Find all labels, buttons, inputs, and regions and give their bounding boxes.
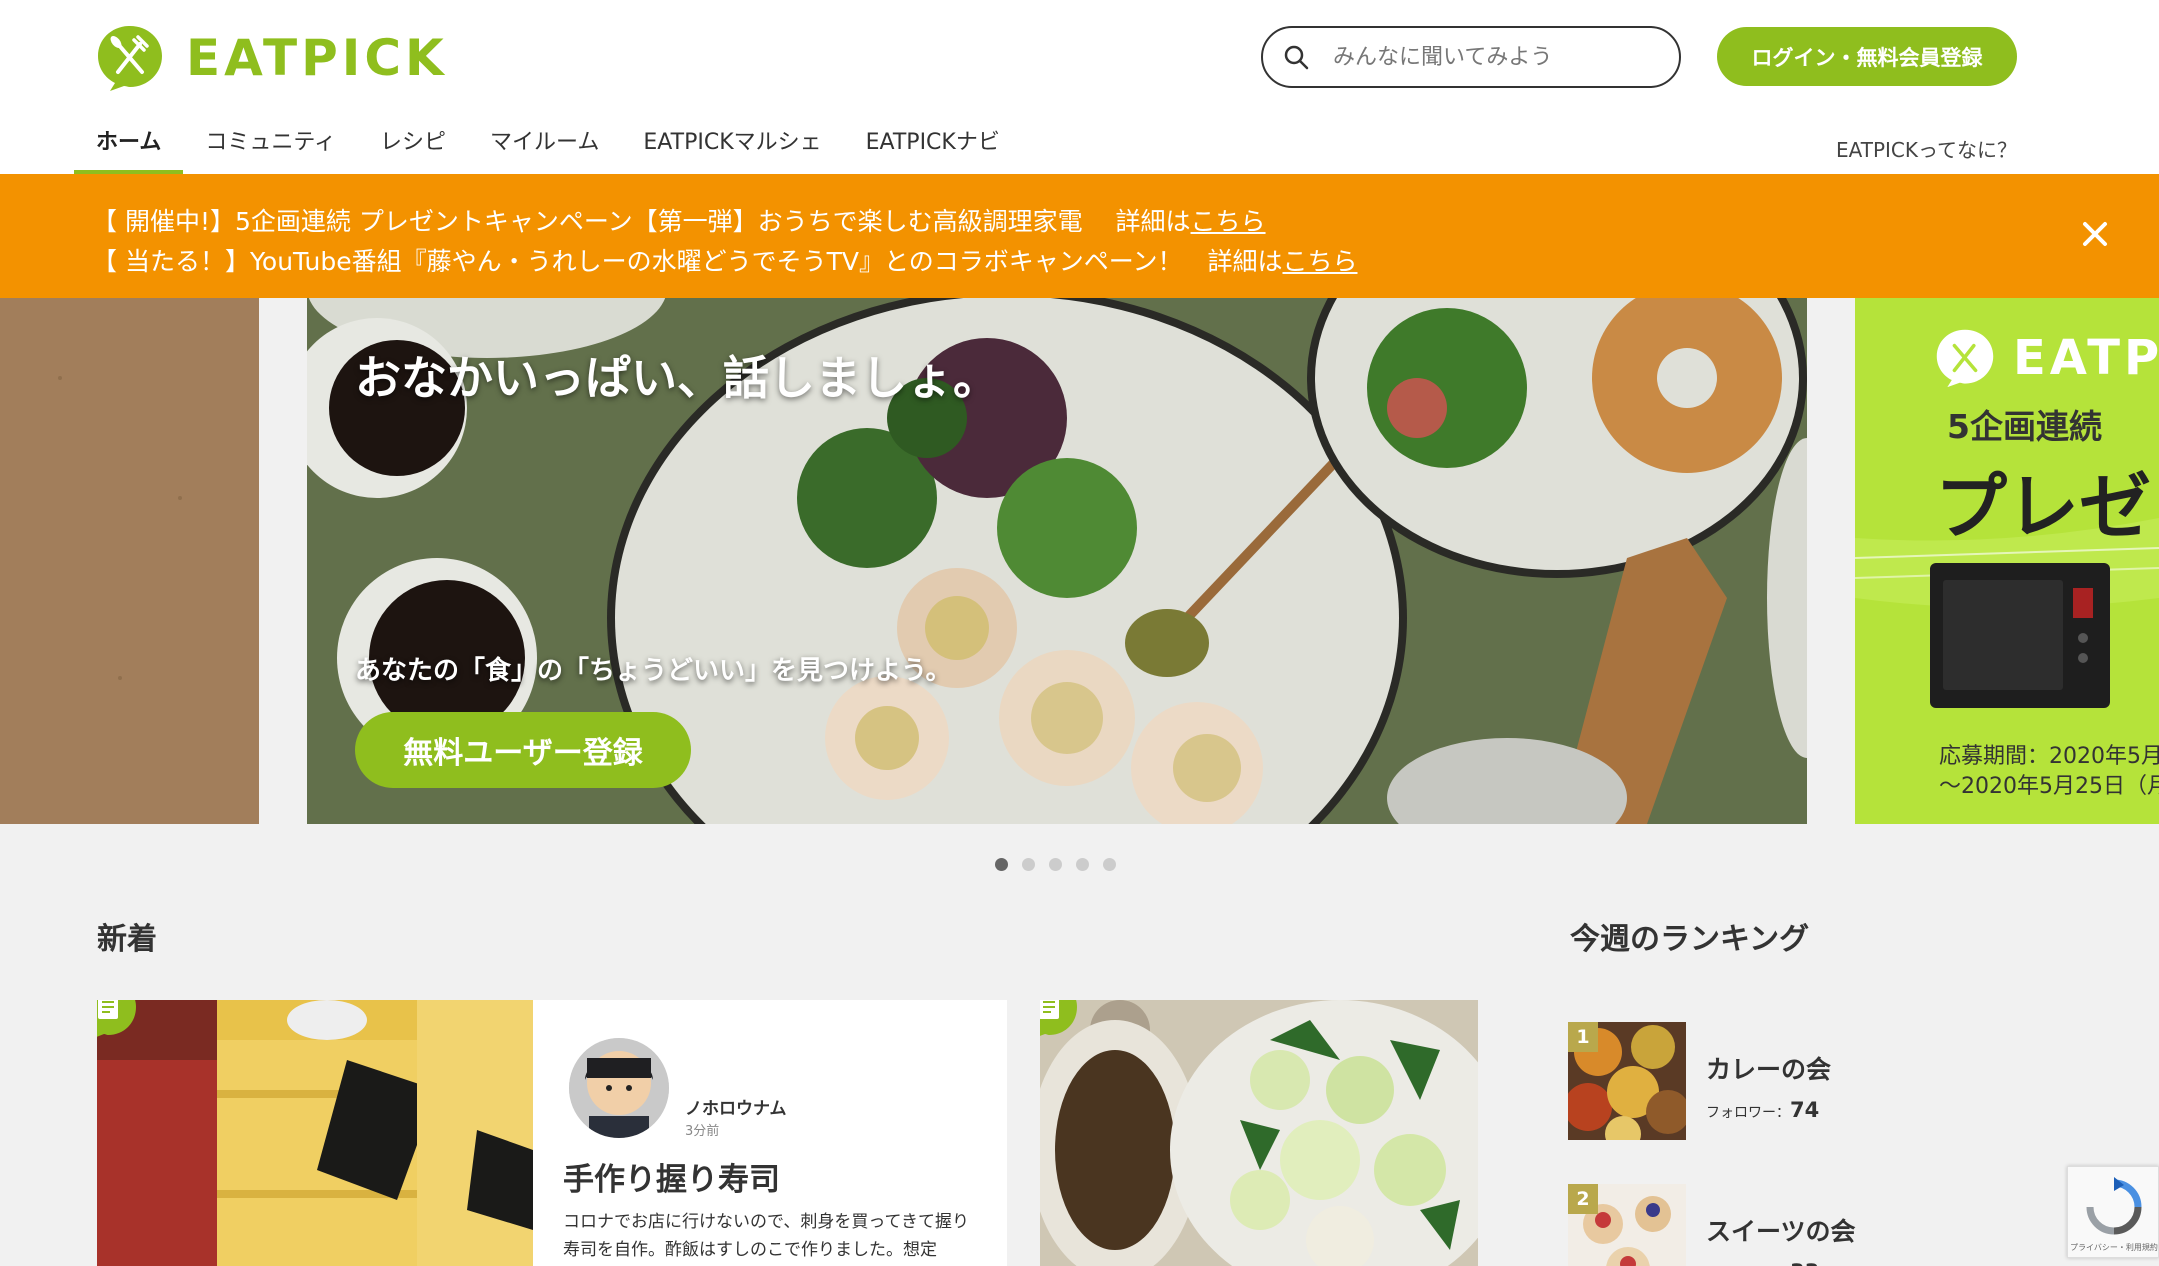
campaign-period-2: ～2020年5月25日（月: [1939, 774, 2159, 799]
post-badge-icon: [1040, 1000, 1077, 1036]
campaign-period-1: 応募期間：2020年5月: [1939, 744, 2159, 769]
campaign-line-2: プレゼ: [1935, 465, 2152, 549]
banner-line-2-link[interactable]: こちら: [1282, 247, 1357, 276]
rank-number: 2: [1568, 1184, 1598, 1214]
post-card[interactable]: [1040, 1000, 1478, 1266]
carousel-active-slide[interactable]: おなかいっぱい、話しましょ。 あなたの「食」の「ちょうどいい」を見つけよう。 無…: [307, 298, 1807, 824]
followers-count: 74: [1790, 1098, 1820, 1122]
followers-label: フォロワー：: [1706, 1105, 1790, 1121]
carousel-dot[interactable]: [1049, 858, 1062, 871]
post-title[interactable]: 手作り握り寿司: [563, 1154, 780, 1199]
campaign-banner: 【 開催中!】5企画連続 プレゼントキャンペーン【第一弾】おうちで楽しむ高級調理…: [0, 174, 2159, 298]
carousel-dot[interactable]: [1022, 858, 1035, 871]
banner-line-1-link[interactable]: こちら: [1191, 207, 1266, 236]
campaign-line-1: 5企画連続: [1947, 407, 2102, 446]
post-description: コロナでお店に行けないので、刺身を買ってきて握り寿司を自作。酢飯はすしのこで作り…: [563, 1212, 969, 1260]
new-section-title: 新着: [97, 922, 157, 957]
post-card[interactable]: ノホロウナム 3分前 手作り握り寿司 コロナでお店に行けないので、刺身を買ってき…: [97, 1000, 1007, 1266]
avatar[interactable]: [569, 1038, 669, 1138]
register-free-button[interactable]: 無料ユーザー登録: [355, 712, 691, 788]
nav-item-community[interactable]: コミュニティ: [183, 118, 358, 174]
rank-name[interactable]: スイーツの会: [1706, 1212, 1856, 1248]
sushi-image: [97, 1000, 533, 1266]
main-nav: ホーム コミュニティ レシピ マイルーム EATPICKマルシェ EATPICK…: [74, 118, 1022, 174]
hero-title: おなかいっぱい、話しましょ。: [355, 351, 999, 405]
ranking-item[interactable]: 2 スイーツの会 フォロワー：33: [1568, 1184, 1968, 1266]
post-badge-icon: [97, 1000, 136, 1037]
banner-line-2: 【 当たる！】YouTube番組『藤やん・うれしーの水曜どうでそうTV』とのコラ…: [92, 242, 1358, 278]
search-icon: [1284, 45, 1309, 70]
hero-subtitle: あなたの「食」の「ちょうどいい」を見つけよう。: [355, 656, 952, 686]
kraft-paper-image: [0, 298, 259, 824]
rank-followers: フォロワー：33: [1706, 1260, 1819, 1266]
site-header: EATPICK ログイン・無料会員登録 ホーム コミュニティ レシピ マイルーム…: [0, 0, 2159, 174]
nav-item-myroom[interactable]: マイルーム: [468, 118, 621, 174]
carousel-dot[interactable]: [1103, 858, 1116, 871]
nav-item-navi[interactable]: EATPICKナビ: [844, 118, 1022, 174]
rank-number: 1: [1568, 1022, 1598, 1052]
carousel-dot[interactable]: [995, 858, 1008, 871]
search-box[interactable]: [1261, 26, 1681, 88]
banner-line-2-text: 【 当たる！】YouTube番組『藤やん・うれしーの水曜どうでそうTV』とのコラ…: [92, 247, 1283, 276]
logo-text: EATPICK: [186, 29, 448, 87]
followers-count: 33: [1790, 1260, 1819, 1266]
site-logo[interactable]: EATPICK: [96, 24, 448, 92]
banner-line-1: 【 開催中!】5企画連続 プレゼントキャンペーン【第一弾】おうちで楽しむ高級調理…: [92, 202, 1266, 238]
nav-item-recipe[interactable]: レシピ: [358, 118, 468, 174]
login-register-button[interactable]: ログイン・無料会員登録: [1717, 27, 2017, 86]
recaptcha-icon: [2086, 1177, 2142, 1235]
rank-name[interactable]: カレーの会: [1706, 1050, 1831, 1086]
close-icon[interactable]: [2075, 214, 2115, 254]
stirfry-image: [1040, 1000, 1478, 1266]
about-link[interactable]: EATPICKってなに？: [1836, 134, 2017, 163]
rank-followers: フォロワー：74: [1706, 1098, 1819, 1122]
recaptcha-badge[interactable]: プライバシー・利用規約: [2067, 1166, 2159, 1258]
author-name[interactable]: ノホロウナム: [685, 1094, 787, 1119]
logo-fork-knife-icon: [98, 26, 162, 91]
banner-line-1-text: 【 開催中!】5企画連続 プレゼントキャンペーン【第一弾】おうちで楽しむ高級調理…: [92, 207, 1191, 236]
carousel-dot[interactable]: [1076, 858, 1089, 871]
logo-fork-knife-icon: [1936, 329, 1994, 388]
nav-item-home[interactable]: ホーム: [74, 118, 184, 174]
ranking-item[interactable]: 1 カレーの会 フォロワー：74: [1568, 1022, 1968, 1140]
carousel-dots: [995, 858, 1116, 871]
carousel-prev-slide[interactable]: [0, 298, 259, 824]
search-input[interactable]: [1333, 44, 1633, 70]
campaign-logo: EATPI: [1935, 328, 2159, 388]
nav-item-marche[interactable]: EATPICKマルシェ: [621, 118, 843, 174]
campaign-logo-text: EATPI: [2013, 330, 2159, 386]
carousel-next-slide[interactable]: EATPI 5企画連続 プレゼ 応募期間：2020年5月 ～2020年5月25日…: [1855, 298, 2159, 824]
hero-carousel: おなかいっぱい、話しましょ。 あなたの「食」の「ちょうどいい」を見つけよう。 無…: [0, 298, 2159, 824]
ranking-title: 今週のランキング: [1570, 922, 1810, 957]
recaptcha-text[interactable]: プライバシー・利用規約: [2070, 1242, 2158, 1253]
post-time: 3分前: [685, 1124, 720, 1139]
